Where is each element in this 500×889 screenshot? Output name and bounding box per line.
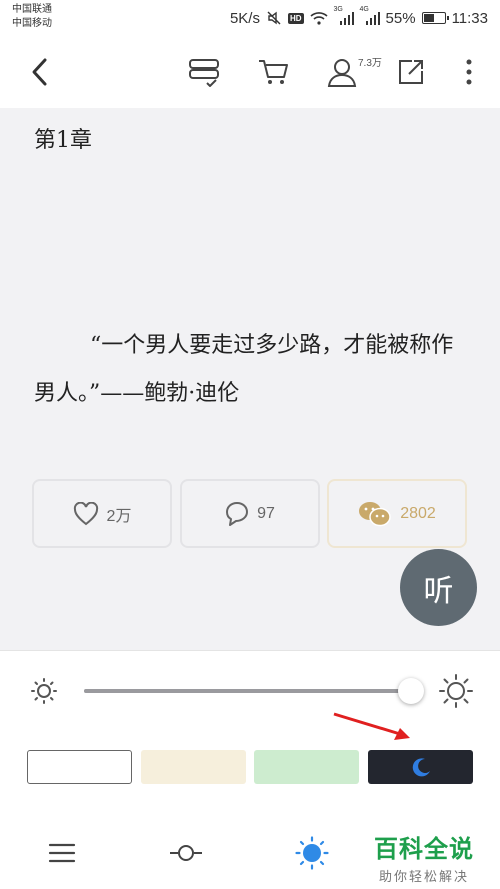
chapter-title: 第1章	[34, 128, 92, 153]
cart-button[interactable]	[256, 54, 292, 90]
reader-toolbar: 7.3万	[0, 36, 500, 108]
wechat-share-button[interactable]: 2802	[327, 479, 467, 548]
carrier-1: 中国联通	[12, 4, 52, 15]
comment-count: 97	[257, 504, 275, 522]
status-bar: 中国联通 中国移动 5K/s HD 3G 4G 55% 11:33	[0, 0, 500, 36]
moon-icon	[412, 758, 430, 777]
user-icon	[327, 59, 357, 87]
heart-icon	[73, 501, 98, 525]
chevron-left-icon	[32, 58, 47, 86]
clock: 11:33	[451, 9, 488, 27]
share-button[interactable]	[393, 54, 429, 90]
cart-icon	[259, 60, 288, 84]
carrier-2: 中国移动	[12, 18, 52, 29]
back-button[interactable]	[22, 54, 58, 90]
status-right: 5K/s HD 3G 4G 55% 11:33	[229, 6, 488, 29]
wechat-share-count: 2802	[400, 504, 436, 522]
battery-icon	[421, 12, 449, 24]
author-button[interactable]	[324, 54, 360, 90]
brightness-low-icon	[31, 678, 57, 704]
watermark-subtitle: 助你轻松解决	[378, 870, 469, 885]
signal-1: 3G	[334, 6, 354, 26]
watermark-title: 百科全说	[374, 835, 474, 863]
brightness-slider-fill	[84, 689, 411, 693]
wechat-icon	[359, 501, 391, 526]
progress-icon	[170, 845, 202, 861]
chapter-text: “一个男人要走过多少路，才能被称作男人。”——鲍勃·迪伦	[34, 333, 454, 406]
brightness-high-icon	[439, 674, 473, 708]
bookshelf-icon	[189, 59, 219, 87]
signal-2: 4G	[360, 6, 380, 26]
more-icon	[466, 59, 472, 85]
theme-night-swatch[interactable]	[368, 750, 473, 784]
share-icon	[399, 60, 423, 84]
listen-button[interactable]: 听	[400, 549, 477, 626]
signal-icon	[339, 12, 354, 25]
like-button[interactable]: 2万	[32, 479, 172, 548]
watermark: 百科全说 助你轻松解决	[374, 829, 474, 885]
comment-icon	[226, 501, 249, 526]
battery-percent: 55%	[385, 9, 416, 27]
menu-icon	[48, 843, 76, 863]
theme-white-swatch[interactable]	[27, 750, 132, 784]
brightness-slider-thumb[interactable]	[398, 678, 424, 704]
comment-button[interactable]: 97	[180, 479, 320, 548]
brightness-settings-button[interactable]	[294, 835, 330, 871]
like-count: 2万	[106, 507, 132, 525]
battery-fill	[423, 14, 434, 22]
progress-button[interactable]	[168, 835, 204, 871]
theme-green-swatch[interactable]	[254, 750, 359, 784]
wifi-icon	[309, 12, 328, 25]
signal-icon	[365, 12, 380, 25]
more-button[interactable]	[451, 54, 487, 90]
brightness-slider[interactable]	[84, 689, 416, 693]
annotation-arrow	[333, 712, 410, 740]
hd-badge: HD	[287, 12, 304, 24]
mute-icon	[267, 11, 281, 25]
theme-beige-swatch[interactable]	[141, 750, 246, 784]
catalog-button[interactable]	[44, 835, 80, 871]
net-speed: 5K/s	[229, 9, 260, 27]
bookshelf-button[interactable]	[186, 54, 222, 90]
follower-count: 7.3万	[358, 58, 382, 69]
brightness-icon	[295, 836, 329, 870]
carrier-info: 中国联通 中国移动	[12, 3, 52, 31]
